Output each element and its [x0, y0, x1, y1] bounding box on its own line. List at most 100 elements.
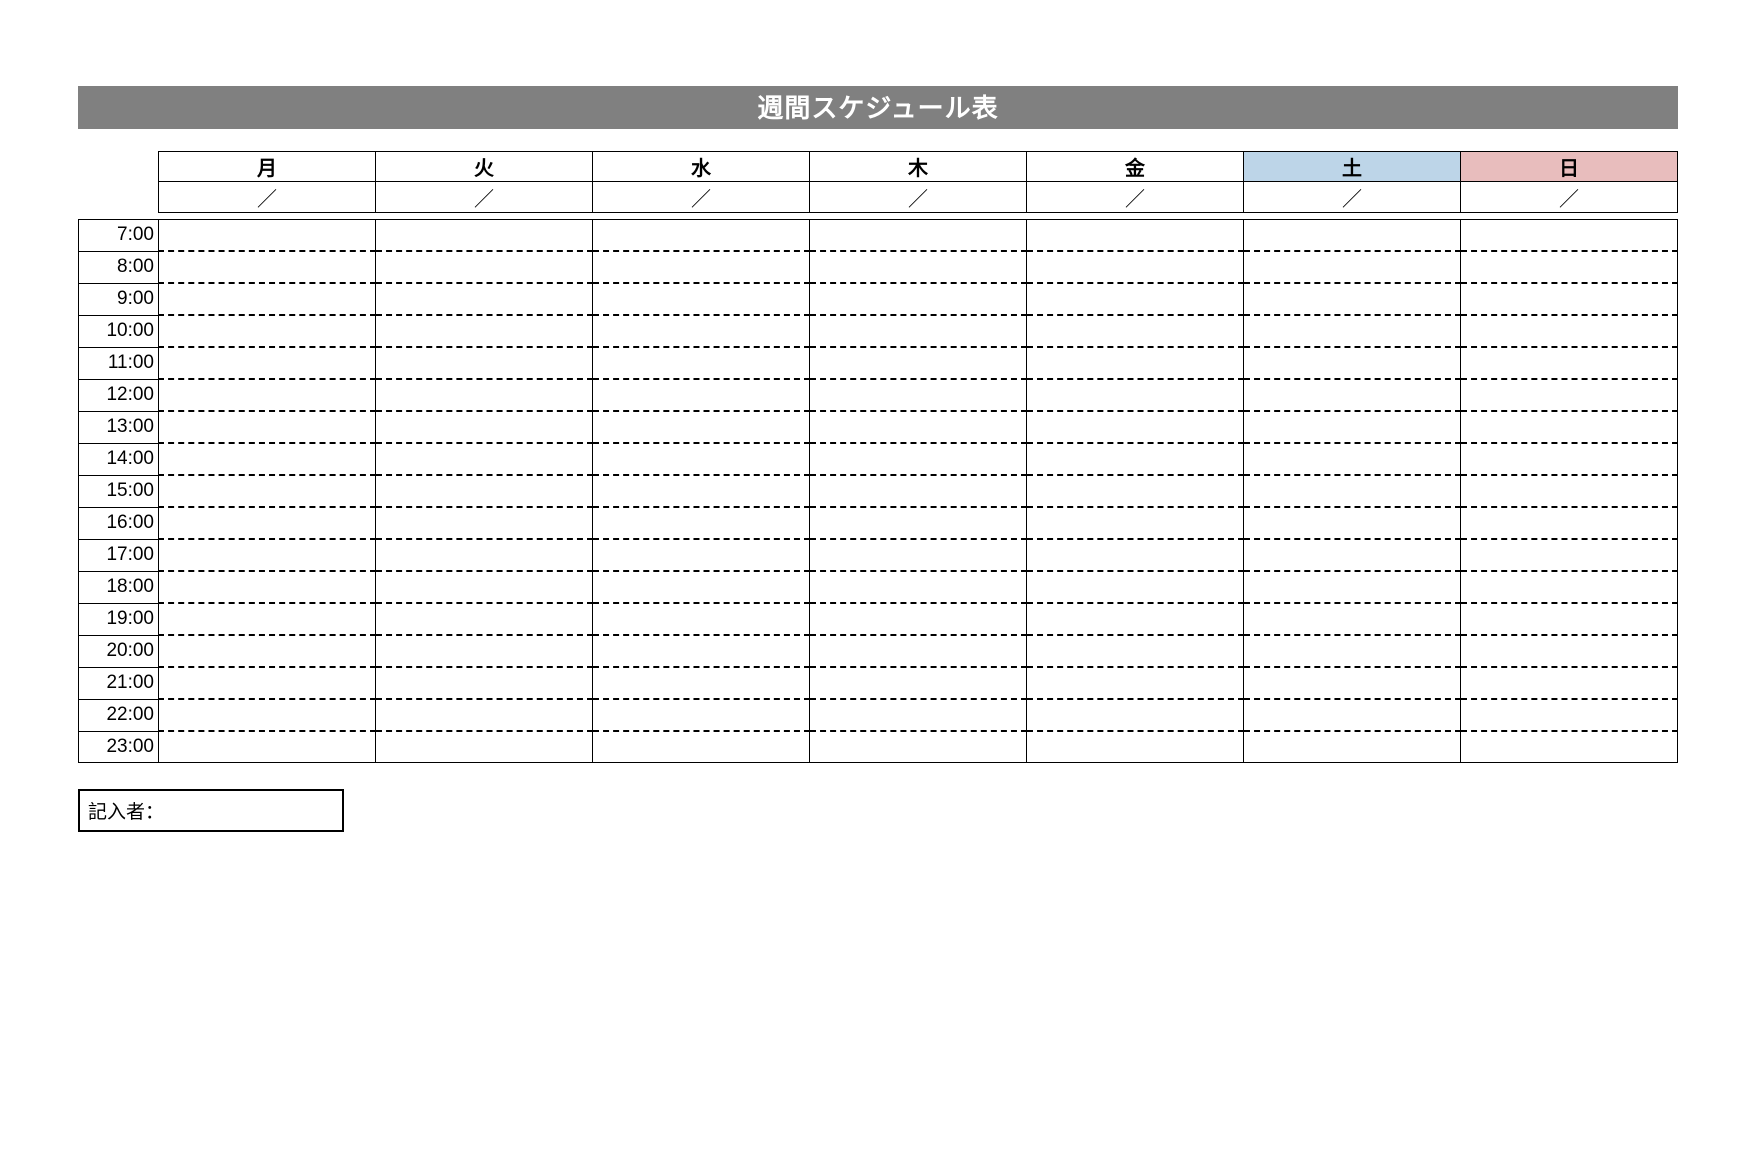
schedule-cell[interactable]	[593, 251, 810, 283]
schedule-cell[interactable]	[593, 379, 810, 411]
schedule-cell[interactable]	[593, 539, 810, 571]
schedule-cell[interactable]	[159, 571, 376, 603]
schedule-cell[interactable]	[810, 539, 1027, 571]
schedule-cell[interactable]	[159, 347, 376, 379]
schedule-cell[interactable]	[159, 475, 376, 507]
schedule-cell[interactable]	[159, 731, 376, 763]
schedule-cell[interactable]	[376, 635, 593, 667]
schedule-cell[interactable]	[593, 635, 810, 667]
schedule-cell[interactable]	[810, 603, 1027, 635]
date-cell[interactable]: ／	[810, 182, 1027, 213]
date-cell[interactable]: ／	[593, 182, 810, 213]
date-cell[interactable]: ／	[1027, 182, 1244, 213]
schedule-cell[interactable]	[1244, 283, 1461, 315]
schedule-cell[interactable]	[810, 315, 1027, 347]
schedule-cell[interactable]	[1244, 220, 1461, 252]
schedule-cell[interactable]	[1027, 603, 1244, 635]
schedule-cell[interactable]	[1244, 731, 1461, 763]
schedule-cell[interactable]	[593, 411, 810, 443]
schedule-cell[interactable]	[376, 507, 593, 539]
schedule-cell[interactable]	[1244, 699, 1461, 731]
schedule-cell[interactable]	[1027, 635, 1244, 667]
schedule-cell[interactable]	[1244, 315, 1461, 347]
schedule-cell[interactable]	[1027, 475, 1244, 507]
schedule-cell[interactable]	[159, 635, 376, 667]
schedule-cell[interactable]	[810, 251, 1027, 283]
schedule-cell[interactable]	[1027, 251, 1244, 283]
schedule-cell[interactable]	[810, 699, 1027, 731]
schedule-cell[interactable]	[810, 571, 1027, 603]
schedule-cell[interactable]	[1244, 347, 1461, 379]
schedule-cell[interactable]	[159, 220, 376, 252]
schedule-cell[interactable]	[810, 635, 1027, 667]
schedule-cell[interactable]	[810, 667, 1027, 699]
schedule-cell[interactable]	[1461, 603, 1678, 635]
schedule-cell[interactable]	[810, 443, 1027, 475]
schedule-cell[interactable]	[376, 603, 593, 635]
schedule-cell[interactable]	[376, 411, 593, 443]
schedule-cell[interactable]	[1027, 379, 1244, 411]
schedule-cell[interactable]	[159, 539, 376, 571]
schedule-cell[interactable]	[159, 379, 376, 411]
schedule-cell[interactable]	[1461, 251, 1678, 283]
schedule-cell[interactable]	[1461, 699, 1678, 731]
schedule-cell[interactable]	[1027, 667, 1244, 699]
schedule-cell[interactable]	[1027, 539, 1244, 571]
schedule-cell[interactable]	[1461, 731, 1678, 763]
schedule-cell[interactable]	[1461, 315, 1678, 347]
date-cell[interactable]: ／	[1461, 182, 1678, 213]
schedule-cell[interactable]	[1027, 220, 1244, 252]
schedule-cell[interactable]	[593, 603, 810, 635]
schedule-cell[interactable]	[1244, 539, 1461, 571]
schedule-cell[interactable]	[810, 220, 1027, 252]
schedule-cell[interactable]	[159, 443, 376, 475]
schedule-cell[interactable]	[159, 507, 376, 539]
schedule-cell[interactable]	[376, 315, 593, 347]
schedule-cell[interactable]	[1027, 507, 1244, 539]
schedule-cell[interactable]	[593, 315, 810, 347]
schedule-cell[interactable]	[1027, 699, 1244, 731]
schedule-cell[interactable]	[1461, 475, 1678, 507]
schedule-cell[interactable]	[376, 443, 593, 475]
schedule-cell[interactable]	[1027, 283, 1244, 315]
schedule-cell[interactable]	[1027, 411, 1244, 443]
date-cell[interactable]: ／	[1244, 182, 1461, 213]
schedule-cell[interactable]	[159, 315, 376, 347]
date-cell[interactable]: ／	[159, 182, 376, 213]
schedule-cell[interactable]	[159, 411, 376, 443]
schedule-cell[interactable]	[1244, 379, 1461, 411]
schedule-cell[interactable]	[1461, 379, 1678, 411]
schedule-cell[interactable]	[1027, 315, 1244, 347]
schedule-cell[interactable]	[810, 347, 1027, 379]
schedule-cell[interactable]	[1461, 347, 1678, 379]
schedule-cell[interactable]	[159, 603, 376, 635]
schedule-cell[interactable]	[810, 379, 1027, 411]
schedule-cell[interactable]	[810, 507, 1027, 539]
schedule-cell[interactable]	[376, 571, 593, 603]
schedule-cell[interactable]	[376, 251, 593, 283]
schedule-cell[interactable]	[1244, 667, 1461, 699]
schedule-cell[interactable]	[159, 699, 376, 731]
schedule-cell[interactable]	[159, 251, 376, 283]
schedule-cell[interactable]	[1244, 571, 1461, 603]
schedule-cell[interactable]	[376, 667, 593, 699]
schedule-cell[interactable]	[593, 347, 810, 379]
schedule-cell[interactable]	[1461, 667, 1678, 699]
schedule-cell[interactable]	[810, 475, 1027, 507]
schedule-cell[interactable]	[376, 539, 593, 571]
schedule-cell[interactable]	[376, 475, 593, 507]
schedule-cell[interactable]	[593, 731, 810, 763]
schedule-cell[interactable]	[1027, 571, 1244, 603]
schedule-cell[interactable]	[1461, 220, 1678, 252]
schedule-cell[interactable]	[1244, 635, 1461, 667]
schedule-cell[interactable]	[1027, 731, 1244, 763]
schedule-cell[interactable]	[1461, 411, 1678, 443]
schedule-cell[interactable]	[810, 411, 1027, 443]
schedule-cell[interactable]	[376, 220, 593, 252]
schedule-cell[interactable]	[1461, 443, 1678, 475]
schedule-cell[interactable]	[1461, 635, 1678, 667]
schedule-cell[interactable]	[1461, 507, 1678, 539]
schedule-cell[interactable]	[1244, 603, 1461, 635]
schedule-cell[interactable]	[159, 283, 376, 315]
schedule-cell[interactable]	[1461, 539, 1678, 571]
